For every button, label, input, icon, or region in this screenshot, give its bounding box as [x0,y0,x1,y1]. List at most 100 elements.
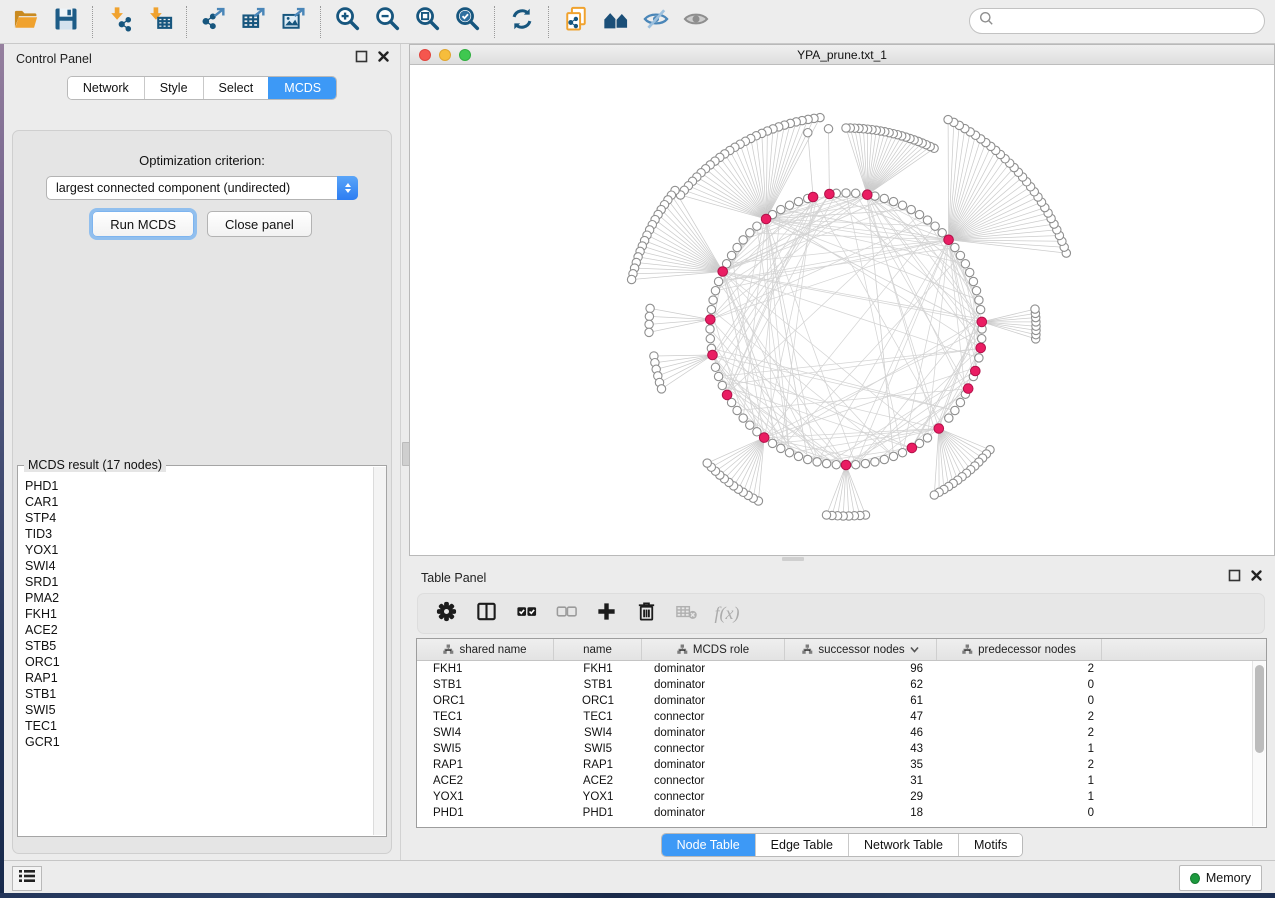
float-table-panel-icon[interactable] [1228,569,1241,587]
table-scrollbar-thumb[interactable] [1255,665,1264,753]
mcds-result-item[interactable]: GCR1 [25,734,373,750]
memory-status-icon [1190,873,1200,884]
mcds-result-item[interactable]: SWI5 [25,702,373,718]
close-panel-icon[interactable] [377,50,390,68]
tab-motifs[interactable]: Motifs [958,834,1022,856]
mcds-result-title: MCDS result (17 nodes) [24,458,166,472]
table-row[interactable]: ACE2ACE2connector311 [417,773,1266,789]
table-row[interactable]: PHD1PHD1dominator180 [417,805,1266,821]
delete-rows-button[interactable] [628,598,664,630]
float-panel-icon[interactable] [355,50,368,68]
table-row[interactable]: YOX1YOX1connector291 [417,789,1266,805]
cell-successor-nodes: 35 [785,759,937,771]
run-mcds-button[interactable]: Run MCDS [92,211,194,237]
mcds-result-item[interactable]: RAP1 [25,670,373,686]
memory-label: Memory [1206,871,1251,885]
column-header-shared-name[interactable]: shared name [417,639,554,660]
table-row[interactable]: STB1STB1dominator620 [417,677,1266,693]
cell-name: ACE2 [554,775,642,787]
show-all-button[interactable] [676,4,716,40]
mcds-result-item[interactable]: SWI4 [25,558,373,574]
import-table-button[interactable] [140,4,180,40]
dropdown-stepper-icon[interactable] [337,176,358,200]
network-title: YPA_prune.txt_1 [410,48,1274,62]
memory-button[interactable]: Memory [1179,865,1262,891]
add-row-button[interactable] [588,598,624,630]
first-neighbors-button[interactable] [596,4,636,40]
cell-shared-name: FKH1 [417,663,554,675]
tab-network[interactable]: Network [68,77,144,99]
table-row[interactable]: FKH1FKH1dominator962 [417,661,1266,677]
mcds-result-item[interactable]: TEC1 [25,718,373,734]
table-body: FKH1FKH1dominator962STB1STB1dominator620… [417,661,1266,821]
search-input[interactable] [994,10,1264,32]
cell-predecessor-nodes: 0 [937,695,1102,707]
mcds-result-item[interactable]: FKH1 [25,606,373,622]
table-row[interactable]: SWI4SWI4dominator462 [417,725,1266,741]
table-header-row: shared name name MCDS rolesuccessor nodes p… [417,639,1266,661]
tab-node-table[interactable]: Node Table [662,834,755,856]
open-file-button[interactable] [6,4,46,40]
mcds-result-item[interactable]: TID3 [25,526,373,542]
mcds-list-scrollbar[interactable] [373,467,386,835]
refresh-button[interactable] [502,4,542,40]
export-network-button[interactable] [194,4,234,40]
mcds-result-item[interactable]: STB5 [25,638,373,654]
select-all-button[interactable] [508,598,544,630]
cell-MCDS-role: dominator [642,727,785,739]
mcds-result-item[interactable]: ACE2 [25,622,373,638]
table-row[interactable]: ORC1ORC1dominator610 [417,693,1266,709]
settings-button[interactable] [428,598,464,630]
tree-icon [443,644,454,655]
search-field[interactable] [969,8,1265,34]
cell-successor-nodes: 18 [785,807,937,819]
network-window-titlebar: YPA_prune.txt_1 [410,45,1274,65]
tab-mcds[interactable]: MCDS [268,77,336,99]
zoom-selected-button[interactable] [448,4,488,40]
task-history-button[interactable] [12,866,42,891]
table-scrollbar[interactable] [1252,661,1265,826]
mcds-result-item[interactable]: PHD1 [25,478,373,494]
columns-icon [475,600,498,628]
zoom-fit-button[interactable] [408,4,448,40]
hide-selected-button[interactable] [636,4,676,40]
export-table-button[interactable] [234,4,274,40]
export-image-button[interactable] [274,4,314,40]
column-label: name [583,644,612,656]
column-header-predecessor-nodes[interactable]: predecessor nodes [937,639,1102,660]
table-row[interactable]: RAP1RAP1dominator352 [417,757,1266,773]
horizontal-splitter-grip[interactable] [782,557,804,561]
tab-select[interactable]: Select [203,77,269,99]
zoom-in-button[interactable] [328,4,368,40]
close-table-panel-icon[interactable] [1250,569,1263,587]
mcds-result-item[interactable]: ORC1 [25,654,373,670]
mcds-result-item[interactable]: STP4 [25,510,373,526]
zoom-out-button[interactable] [368,4,408,40]
tab-edge-table[interactable]: Edge Table [755,834,848,856]
cell-MCDS-role: dominator [642,807,785,819]
save-session-button[interactable] [46,4,86,40]
close-panel-button[interactable]: Close panel [207,211,312,237]
import-network-button[interactable] [100,4,140,40]
table-row[interactable]: SWI5SWI5connector431 [417,741,1266,757]
column-header-successor-nodes[interactable]: successor nodes [785,639,937,660]
tab-style[interactable]: Style [144,77,203,99]
copy-network-button[interactable] [556,4,596,40]
cell-MCDS-role: dominator [642,695,785,707]
column-header-name[interactable]: name [554,639,642,660]
optimization-criterion-dropdown[interactable]: largest connected component (undirected) [46,176,358,200]
mcds-result-item[interactable]: PMA2 [25,590,373,606]
mcds-result-item[interactable]: STB1 [25,686,373,702]
cell-shared-name: PHD1 [417,807,554,819]
column-header-MCDS-role[interactable]: MCDS role [642,639,785,660]
columns-button[interactable] [468,598,504,630]
mcds-result-item[interactable]: SRD1 [25,574,373,590]
mcds-result-item[interactable]: YOX1 [25,542,373,558]
zoom-fit-icon [414,5,442,38]
tab-network-table[interactable]: Network Table [848,834,958,856]
table-row[interactable]: TEC1TEC1connector472 [417,709,1266,725]
network-canvas[interactable] [410,65,1274,556]
deselect-all-button[interactable] [548,598,584,630]
column-label: predecessor nodes [978,644,1076,656]
mcds-result-item[interactable]: CAR1 [25,494,373,510]
